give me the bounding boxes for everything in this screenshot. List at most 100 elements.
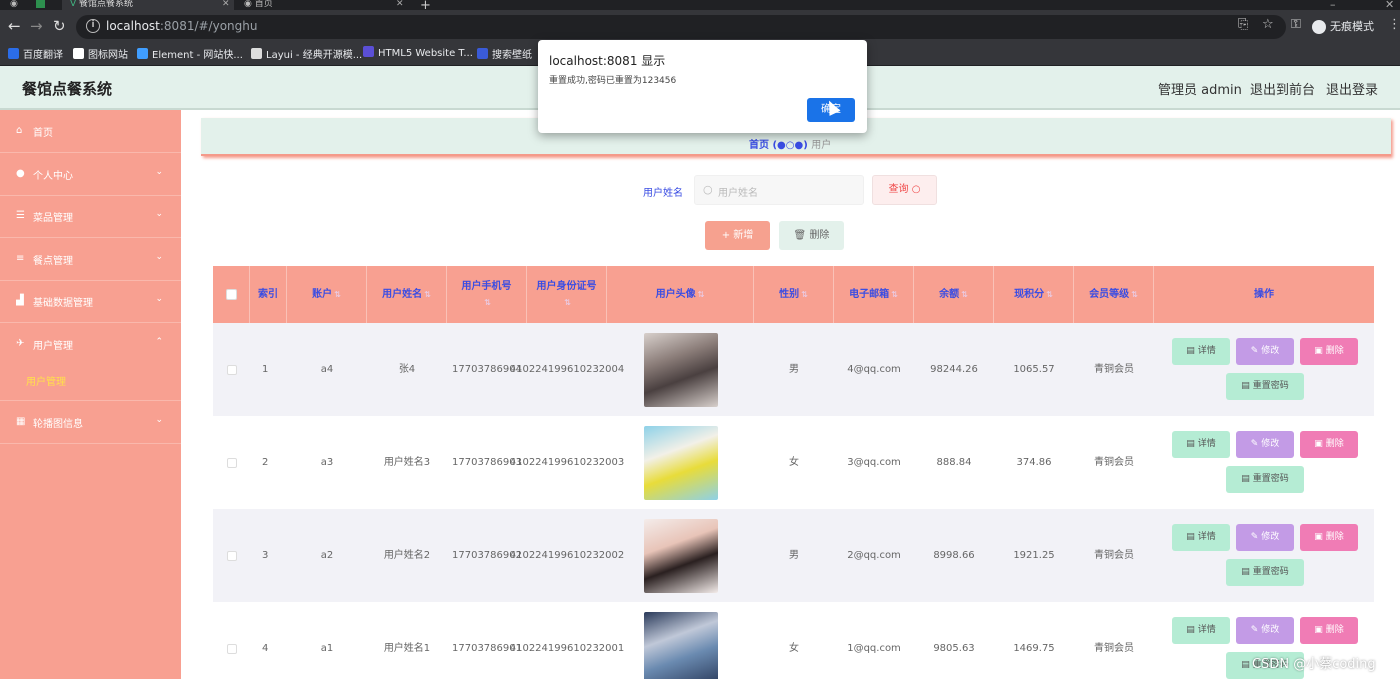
row-checkbox[interactable] <box>226 364 237 375</box>
sort-icon[interactable]: ⇅ <box>564 295 571 311</box>
chevron-down-icon: ⌄ <box>155 167 163 177</box>
sort-icon[interactable]: ⇅ <box>1131 287 1138 303</box>
col-email[interactable]: 电子邮箱 ⇅ <box>834 266 914 323</box>
sidebar-item-base-data[interactable]: ▟ 基础数据管理 ⌄ <box>0 280 181 322</box>
sidebar-item-users[interactable]: ✈ 用户管理 ⌃ <box>0 323 181 365</box>
reload-icon[interactable]: ↻ <box>53 16 66 36</box>
sidebar-item-profile[interactable]: ● 个人中心 ⌄ <box>0 153 181 195</box>
search-button[interactable]: 查询 ○ <box>872 175 937 205</box>
sort-icon[interactable]: ⇅ <box>334 287 341 303</box>
browser-tab-1[interactable]: ◉ <box>10 0 24 10</box>
gender-cell: 男 <box>754 323 834 416</box>
sort-icon[interactable]: ⇅ <box>801 287 808 303</box>
bookmark-item[interactable]: Element - 网站快... <box>137 46 243 61</box>
bookmark-label: 百度翻译 <box>23 50 63 61</box>
gender-value: 男 <box>789 550 799 561</box>
main-content: 首页 (●○●) 用户 用户姓名 ○ 用户姓名 查询 ○ + 新增 🗑 删除 索… <box>181 110 1400 679</box>
row-checkbox[interactable] <box>226 457 237 468</box>
sort-icon[interactable]: ⇅ <box>1046 287 1053 303</box>
delete-button[interactable]: 🗑 删除 <box>779 221 844 250</box>
table-row: 3 a2 用户姓名2 1770378690 2 4102241996 10232002 男 2@… <box>213 509 1374 602</box>
detail-button[interactable]: ▤ 详情 <box>1172 431 1230 458</box>
select-all-cell <box>213 266 250 323</box>
info-icon[interactable]: i <box>86 19 100 33</box>
sidebar-item-dishes[interactable]: ☰ 菜品管理 ⌄ <box>0 195 181 237</box>
close-tab-icon[interactable]: ✕ <box>222 0 230 9</box>
bookmark-item[interactable]: 搜索壁纸 <box>477 46 532 61</box>
col-gender[interactable]: 性别 ⇅ <box>754 266 834 323</box>
col-actions: 操作 <box>1154 266 1374 323</box>
reset-password-button[interactable]: ▤ 重置密码 <box>1226 373 1304 400</box>
forward-icon[interactable]: → <box>30 16 43 36</box>
key-icon[interactable]: ⚿ <box>1291 17 1301 32</box>
row-checkbox[interactable] <box>226 643 237 654</box>
breadcrumb-separator-icon: (●○●) <box>772 140 812 151</box>
bookmark-item[interactable]: HTML5 Website T... <box>363 46 473 59</box>
sidebar-item-label: 首页 <box>33 128 53 139</box>
browser-tab-active[interactable]: V 餐馆点餐系统 <box>62 0 234 10</box>
browser-tab-home[interactable]: ◉ 首页 <box>240 0 410 10</box>
sort-icon[interactable]: ⇅ <box>891 287 898 303</box>
edit-button[interactable]: ✎ 修改 <box>1236 524 1294 551</box>
more-menu-icon[interactable]: ⋮ <box>1388 17 1400 32</box>
sidebar-subitem-user-management[interactable]: 用户管理 <box>26 373 66 388</box>
browser-tab-2[interactable] <box>36 0 52 10</box>
chevron-down-icon: ⌄ <box>155 415 163 425</box>
bookmark-item[interactable]: Layui - 经典开源模... <box>251 46 362 61</box>
bookmark-item[interactable]: 百度翻译 <box>8 46 63 61</box>
sort-icon[interactable]: ⇅ <box>698 287 705 303</box>
send-icon: ✈ <box>16 338 25 349</box>
edit-button[interactable]: ✎ 修改 <box>1236 617 1294 644</box>
add-button[interactable]: + 新增 <box>705 221 770 250</box>
col-balance[interactable]: 余额 ⇅ <box>914 266 994 323</box>
col-idcard[interactable]: 用户身份证号 ⇅ <box>527 266 607 323</box>
sort-icon[interactable]: ⇅ <box>961 287 968 303</box>
edit-button[interactable]: ✎ 修改 <box>1236 338 1294 365</box>
pencil-icon: ✎ <box>1250 532 1259 542</box>
col-account[interactable]: 账户 ⇅ <box>287 266 367 323</box>
col-phone[interactable]: 用户手机号 ⇅ <box>447 266 527 323</box>
sidebar-item-home[interactable]: ⌂ 首页 <box>0 110 181 152</box>
search-input[interactable]: ○ 用户姓名 <box>694 175 864 205</box>
logout-link[interactable]: 退出登录 <box>1326 79 1378 98</box>
sidebar-item-meals[interactable]: ≡ 餐点管理 ⌄ <box>0 238 181 280</box>
detail-button[interactable]: ▤ 详情 <box>1172 338 1230 365</box>
translate-icon[interactable]: ⎘ <box>1238 17 1248 32</box>
user-avatar <box>643 611 718 679</box>
delete-row-button[interactable]: ▣ 删除 <box>1300 524 1358 551</box>
back-icon[interactable]: ← <box>8 16 21 36</box>
delete-row-button[interactable]: ▣ 删除 <box>1300 338 1358 365</box>
index-cell: 4 <box>250 602 287 679</box>
col-name[interactable]: 用户姓名 ⇅ <box>367 266 447 323</box>
chevron-down-icon: ⌄ <box>155 209 163 219</box>
close-tab-icon[interactable]: ✕ <box>396 0 404 9</box>
flag-icon <box>73 48 84 59</box>
row-checkbox[interactable] <box>226 550 237 561</box>
user-avatar <box>643 425 718 500</box>
sidebar-item-carousel[interactable]: ▦ 轮播图信息 ⌄ <box>0 401 181 443</box>
bookmark-item[interactable]: 图标网站 <box>73 46 128 61</box>
col-level[interactable]: 会员等级 ⇅ <box>1074 266 1154 323</box>
address-bar[interactable]: i localhost:8081/#/yonghu <box>76 15 1286 39</box>
col-avatar[interactable]: 用户头像 ⇅ <box>607 266 754 323</box>
index-value: 1 <box>262 364 269 375</box>
sort-icon[interactable]: ⇅ <box>424 287 431 303</box>
reset-password-button[interactable]: ▤ 重置密码 <box>1226 559 1304 586</box>
bookmark-star-icon[interactable]: ☆ <box>1262 17 1274 32</box>
table-row: 4 a1 用户姓名1 1770378690 1 4102241996 10232001 女 1@… <box>213 602 1374 679</box>
sort-icon[interactable]: ⇅ <box>484 295 491 311</box>
delete-row-button[interactable]: ▣ 删除 <box>1300 617 1358 644</box>
phone-value: 1770378690 <box>452 364 516 375</box>
col-label: 索引 <box>258 288 278 300</box>
breadcrumb-home[interactable]: 首页 <box>749 140 769 151</box>
select-all-checkbox[interactable] <box>225 289 237 300</box>
delete-row-button[interactable]: ▣ 删除 <box>1300 431 1358 458</box>
sidebar-item-label: 用户管理 <box>33 341 73 352</box>
detail-button[interactable]: ▤ 详情 <box>1172 617 1230 644</box>
edit-button[interactable]: ✎ 修改 <box>1236 431 1294 458</box>
incognito-indicator[interactable]: 无痕模式 <box>1312 18 1374 34</box>
exit-to-frontend-link[interactable]: 退出到前台 <box>1250 79 1315 98</box>
col-points[interactable]: 现积分 ⇅ <box>994 266 1074 323</box>
reset-password-button[interactable]: ▤ 重置密码 <box>1226 466 1304 493</box>
detail-button[interactable]: ▤ 详情 <box>1172 524 1230 551</box>
